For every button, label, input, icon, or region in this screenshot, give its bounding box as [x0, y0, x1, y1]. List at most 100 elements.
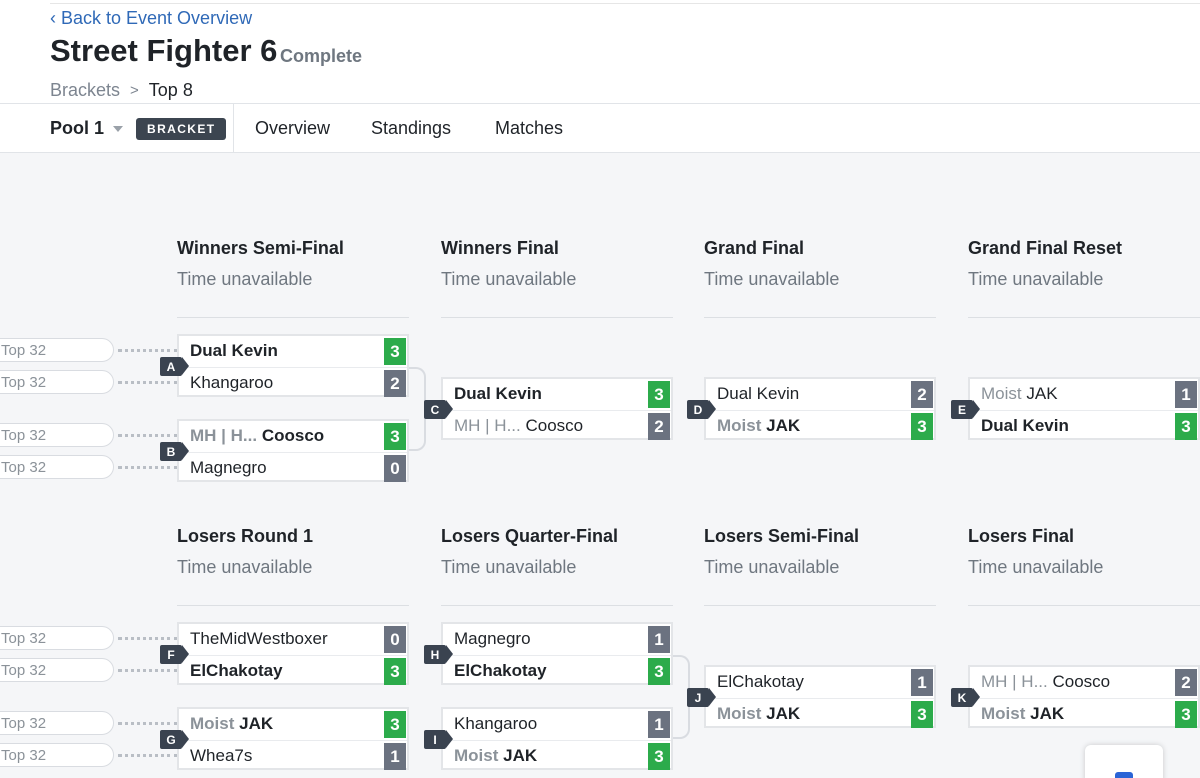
match-id-badge: J — [687, 688, 716, 707]
match-card-h[interactable]: Magnegro 1 ElChakotay 3 — [441, 622, 673, 685]
match-player-row[interactable]: ElChakotay 3 — [443, 655, 671, 685]
match-player-row[interactable]: ElChakotay 3 — [179, 655, 407, 685]
breadcrumb: Brackets > Top 8 — [50, 80, 193, 101]
prev-bracket-pill[interactable]: Top 32 — [0, 743, 114, 767]
match-player-row[interactable]: Moist JAK 3 — [970, 698, 1198, 728]
prev-bracket-pill[interactable]: Top 32 — [0, 626, 114, 650]
tab-overview[interactable]: Overview — [255, 118, 330, 139]
match-player-row[interactable]: Dual Kevin 3 — [970, 410, 1198, 440]
prev-bracket-pill[interactable]: Top 32 — [0, 423, 114, 447]
round-header: Grand Final Reset Time unavailable — [968, 238, 1200, 398]
player-tag: Dual Kevin — [454, 384, 542, 403]
match-card-b[interactable]: MH | H... Coosco 3 Magnegro 0 — [177, 419, 409, 482]
match-player-row[interactable]: Magnegro 1 — [443, 624, 671, 653]
match-player-row[interactable]: Khangaroo 2 — [179, 367, 407, 397]
match-player-row[interactable]: TheMidWestboxer 0 — [179, 624, 407, 653]
round-header: Grand Final Time unavailable — [704, 238, 936, 398]
player-prefix: MH | H... — [981, 672, 1048, 691]
player-score: 3 — [384, 338, 406, 365]
prev-bracket-pill[interactable]: Top 32 — [0, 711, 114, 735]
match-player-row[interactable]: Moist JAK 3 — [443, 740, 671, 770]
breadcrumb-brackets[interactable]: Brackets — [50, 80, 120, 101]
page-title: Street Fighter 6 — [50, 33, 278, 68]
match-card-j[interactable]: ElChakotay 1 Moist JAK 3 — [704, 665, 936, 728]
player-name: Moist JAK — [981, 384, 1058, 404]
round-time: Time unavailable — [177, 269, 313, 289]
match-player-row[interactable]: Moist JAK 1 — [970, 379, 1198, 408]
match-player-row[interactable]: Whea7s 1 — [179, 740, 407, 770]
round-divider — [441, 605, 673, 606]
player-score: 3 — [911, 701, 933, 728]
match-player-row[interactable]: Dual Kevin 3 — [443, 379, 671, 408]
back-link-label[interactable]: Back to Event Overview — [61, 8, 252, 28]
match-card-f[interactable]: TheMidWestboxer 0 ElChakotay 3 — [177, 622, 409, 685]
connector-line — [118, 722, 178, 725]
player-tag: ElChakotay — [454, 661, 547, 680]
tab-standings[interactable]: Standings — [371, 118, 451, 139]
match-id-badge: K — [951, 688, 980, 707]
round-header: Losers Semi-Final Time unavailable — [704, 526, 936, 686]
match-id-badge: B — [160, 442, 189, 461]
match-player-row[interactable]: ElChakotay 1 — [706, 667, 934, 696]
match-player-row[interactable]: Khangaroo 1 — [443, 709, 671, 738]
match-player-row[interactable]: MH | H... Coosco 3 — [179, 421, 407, 450]
match-id-badge: I — [424, 730, 453, 749]
match-player-row[interactable]: Moist JAK 3 — [706, 698, 934, 728]
round-time: Time unavailable — [704, 269, 840, 289]
match-card-c[interactable]: Dual Kevin 3 MH | H... Coosco 2 — [441, 377, 673, 440]
player-tag: Magnegro — [190, 458, 267, 477]
bracket-canvas[interactable]: Winners Semi-Final Time unavailable Winn… — [0, 153, 1200, 778]
player-name: Dual Kevin — [981, 416, 1069, 436]
match-player-row[interactable]: Moist JAK 3 — [179, 709, 407, 738]
player-name: Moist JAK — [190, 714, 273, 734]
connector-line — [118, 754, 178, 757]
player-score: 3 — [1175, 413, 1197, 440]
match-id-badge: C — [424, 400, 453, 419]
prev-bracket-pill[interactable]: Top 32 — [0, 455, 114, 479]
player-score: 3 — [1175, 701, 1197, 728]
status-label: Complete — [280, 46, 363, 66]
player-name: Moist JAK — [454, 746, 537, 766]
player-name: Magnegro — [454, 629, 531, 649]
match-card-a[interactable]: Dual Kevin 3 Khangaroo 2 — [177, 334, 409, 397]
match-id: F — [167, 648, 175, 662]
player-name: Moist JAK — [717, 416, 800, 436]
match-player-row[interactable]: Moist JAK 3 — [706, 410, 934, 440]
prev-bracket-pill[interactable]: Top 32 — [0, 370, 114, 394]
match-card-k[interactable]: MH | H... Coosco 2 Moist JAK 3 — [968, 665, 1200, 728]
match-player-row[interactable]: MH | H... Coosco 2 — [443, 410, 671, 440]
player-score: 3 — [384, 423, 406, 450]
floating-help-button[interactable] — [1085, 745, 1163, 778]
match-player-row[interactable]: Dual Kevin 3 — [179, 336, 407, 365]
prev-bracket-label: Top 32 — [1, 662, 47, 679]
player-name: ElChakotay — [190, 661, 283, 681]
tab-matches[interactable]: Matches — [495, 118, 563, 139]
match-player-row[interactable]: Magnegro 0 — [179, 452, 407, 482]
match-card-i[interactable]: Khangaroo 1 Moist JAK 3 — [441, 707, 673, 770]
player-name: MH | H... Coosco — [981, 672, 1110, 692]
player-tag: Coosco — [261, 426, 325, 445]
player-tag: Khangaroo — [454, 714, 538, 733]
connector-line — [118, 434, 178, 437]
pool-selector[interactable]: Pool 1 — [50, 118, 124, 139]
match-id: B — [166, 445, 176, 459]
match-card-d[interactable]: Dual Kevin 2 Moist JAK 3 — [704, 377, 936, 440]
round-divider — [177, 317, 409, 318]
round-name: Losers Semi-Final — [704, 526, 860, 546]
round-name: Losers Round 1 — [177, 526, 314, 546]
player-score: 1 — [648, 626, 670, 653]
round-time: Time unavailable — [177, 557, 313, 577]
match-player-row[interactable]: MH | H... Coosco 2 — [970, 667, 1198, 696]
event-header: ‹ Back to Event Overview Street Fighter … — [0, 0, 1200, 103]
match-player-row[interactable]: Dual Kevin 2 — [706, 379, 934, 408]
round-divider — [177, 605, 409, 606]
player-name: Dual Kevin — [454, 384, 542, 404]
match-card-e[interactable]: Moist JAK 1 Dual Kevin 3 — [968, 377, 1200, 440]
prev-bracket-pill[interactable]: Top 32 — [0, 338, 114, 362]
round-time: Time unavailable — [441, 269, 577, 289]
back-to-event-link[interactable]: ‹ Back to Event Overview — [50, 8, 252, 29]
round-name: Grand Final — [704, 238, 805, 258]
match-card-g[interactable]: Moist JAK 3 Whea7s 1 — [177, 707, 409, 770]
prev-bracket-pill[interactable]: Top 32 — [0, 658, 114, 682]
player-name: TheMidWestboxer — [190, 629, 328, 649]
